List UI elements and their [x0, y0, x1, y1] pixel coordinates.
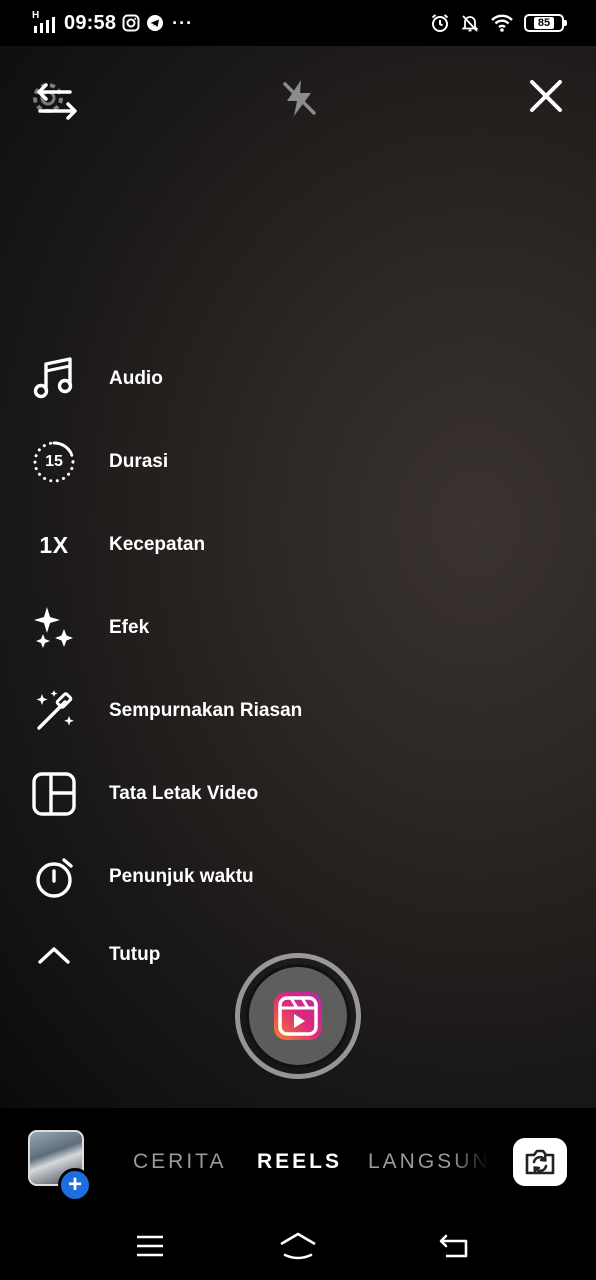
mode-live[interactable]: LANGSUNG — [368, 1150, 488, 1174]
switch-camera-settings-icon[interactable] — [26, 74, 80, 128]
magic-wand-icon — [30, 687, 78, 735]
more-notifications-icon: ··· — [172, 12, 194, 33]
back-icon[interactable] — [434, 1226, 474, 1266]
chevron-up-icon — [30, 931, 78, 979]
speed-value: 1X — [39, 531, 69, 558]
instagram-icon — [122, 14, 140, 32]
speed-icon: 1X — [30, 521, 78, 569]
bell-off-icon — [460, 13, 480, 33]
battery-icon: 85 — [524, 14, 567, 32]
telegram-icon — [146, 14, 164, 32]
layout-icon — [30, 770, 78, 818]
home-icon[interactable] — [278, 1226, 318, 1266]
gallery-add-icon[interactable]: + — [58, 1168, 92, 1202]
menu-label-touch-up: Sempurnakan Riasan — [109, 700, 303, 721]
menu-label-effects: Efek — [109, 617, 150, 638]
menu-item-speed[interactable]: 1X Kecepatan — [0, 515, 400, 575]
flip-camera-icon[interactable] — [513, 1138, 567, 1186]
status-bar-left: H 09:58 ··· — [32, 10, 193, 36]
menu-label-close: Tutup — [109, 944, 161, 965]
close-icon[interactable] — [522, 72, 570, 120]
menu-label-duration: Durasi — [109, 451, 169, 472]
menu-item-duration[interactable]: 15 Durasi — [0, 432, 400, 492]
menu-item-effects[interactable]: Efek — [0, 598, 400, 658]
menu-label-timer: Penunjuk waktu — [109, 866, 254, 887]
menu-item-layout[interactable]: Tata Letak Video — [0, 764, 400, 824]
record-button-inner — [246, 964, 350, 1068]
flash-off-icon[interactable] — [273, 72, 325, 124]
status-time: 09:58 — [64, 11, 117, 34]
music-note-icon — [30, 355, 78, 403]
menu-icon[interactable] — [130, 1226, 170, 1266]
menu-label-speed: Kecepatan — [109, 534, 206, 555]
system-nav-bar — [0, 1216, 596, 1276]
menu-item-audio[interactable]: Audio — [0, 349, 400, 409]
duration-value: 15 — [45, 453, 63, 470]
timer-icon — [30, 853, 78, 901]
wifi-icon — [490, 13, 514, 33]
reels-icon — [272, 990, 324, 1042]
battery-level: 85 — [533, 17, 555, 29]
menu-label-audio: Audio — [109, 368, 163, 389]
sparkles-icon — [30, 604, 78, 652]
menu-item-timer[interactable]: Penunjuk waktu — [0, 847, 400, 907]
status-bar: H 09:58 ··· 85 — [0, 0, 596, 46]
status-bar-right: 85 — [430, 10, 567, 36]
duration-icon: 15 — [30, 438, 78, 486]
menu-label-layout: Tata Letak Video — [109, 783, 259, 804]
record-button[interactable] — [235, 953, 361, 1079]
mode-story[interactable]: CERITA — [133, 1150, 226, 1174]
mode-reels[interactable]: REELS — [257, 1150, 342, 1174]
menu-item-touch-up[interactable]: Sempurnakan Riasan — [0, 681, 400, 741]
alarm-icon — [430, 13, 450, 33]
signal-icon: H — [32, 10, 58, 34]
